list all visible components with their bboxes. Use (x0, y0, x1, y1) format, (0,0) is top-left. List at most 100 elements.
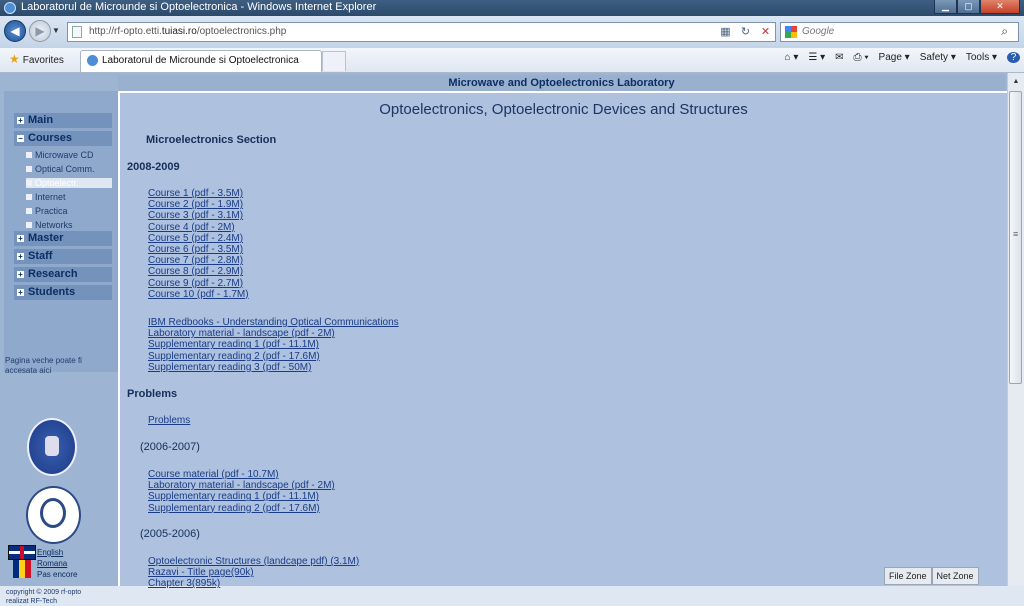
course-link[interactable]: Course 3 (pdf - 3.1M) (148, 210, 249, 221)
material-link[interactable]: Chapter 3(895k) (148, 578, 359, 589)
course-link[interactable]: Course 7 (pdf - 2.8M) (148, 255, 249, 266)
course-link[interactable]: Course 10 (pdf - 1.7M) (148, 289, 249, 300)
compatibility-icon[interactable]: ▦ (718, 25, 733, 40)
help-icon[interactable]: ? (1007, 52, 1020, 63)
course-link[interactable]: Course 4 (pdf - 2M) (148, 222, 249, 233)
course-link[interactable]: Course 6 (pdf - 3.5M) (148, 244, 249, 255)
submenu-item-optoelectr[interactable]: Optoelectr. (26, 178, 112, 188)
uk-flag-icon[interactable] (8, 545, 36, 560)
submenu-item-practica[interactable]: Practica (26, 206, 68, 216)
toolbar-commands: ⌂ ▾ ☰ ▾ ✉ ⎙ ▾ Page ▾ Safety ▾ Tools ▾ ? (785, 52, 1020, 63)
material-link[interactable]: IBM Redbooks - Understanding Optical Com… (148, 317, 399, 328)
course-link[interactable]: Course 1 (pdf - 3.5M) (148, 188, 249, 199)
google-icon (785, 26, 797, 38)
material-link[interactable]: Supplementary reading 2 (pdf - 17.6M) (148, 503, 335, 514)
address-bar: ◀ ▶ ▼ http://rf-opto.etti.tuiasi.ro/opto… (0, 16, 1024, 48)
year-heading-2006: (2006-2007) (140, 441, 200, 453)
search-input[interactable]: Google ⌕ (780, 22, 1019, 42)
lang-pas-encore: Pas encore (37, 570, 78, 579)
course-link[interactable]: Course 2 (pdf - 1.9M) (148, 199, 249, 210)
course-list: Course 1 (pdf - 3.5M) Course 2 (pdf - 1.… (148, 188, 249, 300)
sidebar: + Main − Courses Microwave CD Optical Comm… (4, 91, 118, 605)
material-link[interactable]: Laboratory material - landscape (pdf - 2… (148, 328, 399, 339)
ie-icon (4, 2, 16, 14)
material-link[interactable]: Supplementary reading 1 (pdf - 11.1M) (148, 339, 399, 350)
lang-romana[interactable]: Romana (37, 559, 67, 568)
submenu-item-optical-comm[interactable]: Optical Comm. (26, 164, 95, 174)
material-link[interactable]: Supplementary reading 2 (pdf - 17.6M) (148, 351, 399, 362)
new-tab-button[interactable] (322, 51, 346, 71)
year2-materials-list: Course material (pdf - 10.7M) Laboratory… (148, 469, 335, 514)
expand-icon: − (17, 134, 24, 143)
sidebar-item-master[interactable]: + Master (14, 231, 112, 246)
tab-label: Laboratorul de Microunde si Optoelectron… (102, 55, 299, 66)
copyright: copyright © 2009 rf-opto realizat RF-Tec… (6, 588, 81, 606)
site-banner: Microwave and Optoelectronics Laboratory (118, 75, 1005, 91)
star-icon: ★ (9, 52, 20, 66)
university-seal-logo (27, 418, 77, 476)
window-title: Laboratorul de Microunde si Optoelectron… (21, 1, 377, 13)
submenu-item-internet[interactable]: Internet (26, 192, 66, 202)
problems-link[interactable]: Problems (148, 415, 190, 426)
bullet-icon (26, 166, 32, 172)
safety-menu[interactable]: Safety ▾ (920, 52, 956, 63)
material-link[interactable]: Supplementary reading 3 (pdf - 50M) (148, 362, 399, 373)
stop-icon[interactable]: ✕ (758, 25, 773, 40)
vertical-scrollbar[interactable]: ▲ (1007, 73, 1024, 586)
forward-button[interactable]: ▶ (29, 20, 51, 42)
extra-materials-list: IBM Redbooks - Understanding Optical Com… (148, 317, 399, 373)
year-heading-2008: 2008-2009 (127, 161, 180, 173)
mail-icon[interactable]: ✉ (835, 52, 843, 63)
scroll-thumb[interactable] (1009, 91, 1022, 384)
net-zone-button[interactable]: Net Zone (931, 567, 979, 585)
close-button[interactable]: ✕ (980, 0, 1020, 14)
course-link[interactable]: Course 8 (pdf - 2.9M) (148, 266, 249, 277)
year3-materials-list: Optoelectronic Structures (landcape pdf)… (148, 556, 359, 590)
print-icon[interactable]: ⎙ ▾ (854, 52, 869, 63)
sidebar-item-staff[interactable]: + Staff (14, 249, 112, 264)
course-link[interactable]: Course 9 (pdf - 2.7M) (148, 278, 249, 289)
submenu-item-networks[interactable]: Networks (26, 220, 73, 230)
problems-list: Problems (148, 415, 190, 426)
back-button[interactable]: ◀ (4, 20, 26, 42)
expand-icon: + (17, 270, 24, 279)
url-text: http://rf-opto.etti.tuiasi.ro/optoelectr… (89, 26, 287, 37)
home-icon[interactable]: ⌂ ▾ (785, 52, 799, 63)
old-page-note: Pagina veche poate fi accesata aici (5, 356, 82, 375)
expand-icon: + (17, 234, 24, 243)
material-link[interactable]: Laboratory material - landscape (pdf - 2… (148, 480, 335, 491)
material-link[interactable]: Supplementary reading 1 (pdf - 11.1M) (148, 491, 335, 502)
submenu-item-microwave[interactable]: Microwave CD (26, 150, 94, 160)
sidebar-item-research[interactable]: + Research (14, 267, 112, 282)
feeds-icon[interactable]: ☰ ▾ (808, 52, 825, 63)
maximize-button[interactable]: ▢ (957, 0, 980, 14)
scroll-up-icon[interactable]: ▲ (1008, 74, 1024, 89)
favorites-button[interactable]: ★ Favorites (9, 52, 64, 66)
lab-logo (26, 486, 81, 544)
course-link[interactable]: Course 5 (pdf - 2.4M) (148, 233, 249, 244)
search-icon[interactable]: ⌕ (1001, 24, 1008, 39)
file-zone-button[interactable]: File Zone (884, 567, 932, 585)
search-placeholder: Google (802, 26, 835, 37)
recent-pages-dropdown[interactable]: ▼ (52, 26, 60, 35)
tools-menu[interactable]: Tools ▾ (966, 52, 997, 63)
credit-line: realizat RF-Tech (6, 598, 57, 605)
romania-flag-icon[interactable] (13, 560, 31, 578)
expand-icon: + (17, 288, 24, 297)
sidebar-item-courses[interactable]: − Courses (14, 131, 112, 146)
old-page-link[interactable]: aici (39, 366, 51, 375)
url-input[interactable]: http://rf-opto.etti.tuiasi.ro/optoelectr… (67, 22, 776, 42)
material-link[interactable]: Razavi - Title page(90k) (148, 567, 359, 578)
sidebar-item-main[interactable]: + Main (14, 113, 112, 128)
sidebar-item-students[interactable]: + Students (14, 285, 112, 300)
title-bar: Laboratorul de Microunde si Optoelectron… (0, 0, 1024, 16)
minimize-button[interactable]: ▁ (934, 0, 957, 14)
material-link[interactable]: Course material (pdf - 10.7M) (148, 469, 335, 480)
page-menu[interactable]: Page ▾ (879, 52, 910, 63)
material-link[interactable]: Optoelectronic Structures (landcape pdf)… (148, 556, 359, 567)
browser-tab[interactable]: Laboratorul de Microunde si Optoelectron… (80, 50, 322, 72)
lang-english[interactable]: English (37, 548, 63, 557)
refresh-icon[interactable]: ↻ (738, 25, 753, 40)
web-page: Microwave and Optoelectronics Laboratory… (0, 73, 1007, 605)
year-heading-2005: (2005-2006) (140, 528, 200, 540)
